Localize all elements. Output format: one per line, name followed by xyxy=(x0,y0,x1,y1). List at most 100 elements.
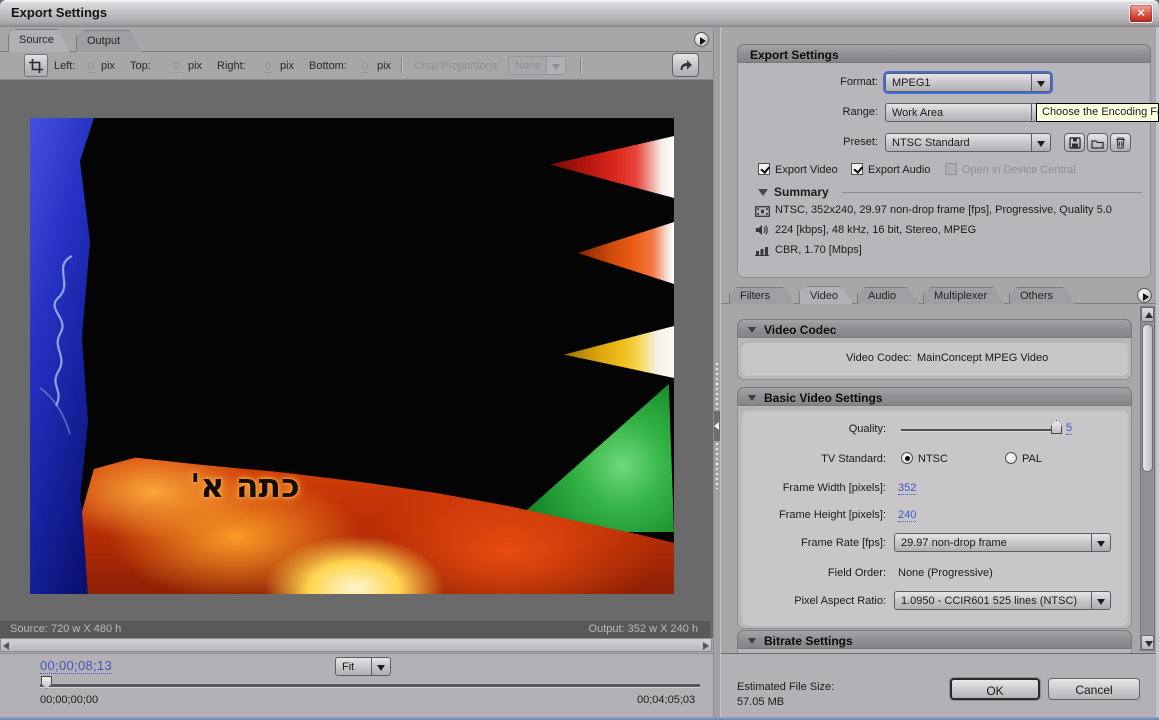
export-audio-label: Export Audio xyxy=(868,164,931,176)
splitter-dots xyxy=(716,363,718,409)
video-settings-scrollarea: Video Codec Video Codec: MainConcept MPE… xyxy=(721,304,1159,653)
ok-button[interactable]: OK xyxy=(950,678,1040,700)
crop-top-value[interactable]: 0 xyxy=(173,60,180,73)
toolbar-separator xyxy=(401,58,402,74)
pixel-aspect-ratio-dropdown-button[interactable] xyxy=(1092,591,1111,610)
format-dropdown-button[interactable] xyxy=(1032,73,1051,92)
summary-disclosure-icon[interactable] xyxy=(758,189,768,196)
frame-height-value[interactable]: 240 xyxy=(898,509,917,522)
curved-arrow-icon xyxy=(680,60,692,70)
crop-bottom-value[interactable]: 0 xyxy=(362,60,369,73)
crop-right-value[interactable]: 0 xyxy=(265,60,272,73)
chevron-down-icon xyxy=(1097,599,1105,605)
frame-rate-select[interactable]: 29.97 non-drop frame xyxy=(894,533,1111,552)
range-value: Work Area xyxy=(885,103,1032,122)
quality-slider-track[interactable] xyxy=(901,429,1059,431)
field-order-value: None (Progressive) xyxy=(898,567,993,579)
preset-select[interactable]: NTSC Standard xyxy=(885,133,1051,152)
range-select[interactable]: Work Area xyxy=(885,103,1051,122)
video-codec-header[interactable]: Video Codec xyxy=(737,319,1132,338)
chevron-down-icon xyxy=(552,64,560,70)
save-preset-button[interactable] xyxy=(1064,133,1085,152)
frame-height-label: Frame Height [pixels]: xyxy=(779,509,886,521)
toolbar-separator xyxy=(580,58,581,74)
export-video-label: Export Video xyxy=(775,164,838,176)
tab-source[interactable]: Source xyxy=(8,29,70,52)
pal-label: PAL xyxy=(1022,453,1042,465)
basic-video-settings-body: Quality: 5 TV Standard: NTSC PAL Frame W… xyxy=(737,406,1132,629)
device-central-checkbox xyxy=(945,163,957,175)
playhead-handle[interactable] xyxy=(41,676,52,689)
ntsc-radio[interactable] xyxy=(901,452,913,464)
quality-slider-handle[interactable] xyxy=(1051,420,1062,434)
current-timecode[interactable]: 00;00;08;13 xyxy=(40,658,112,674)
bitrate-summary-icon xyxy=(755,247,769,256)
basic-video-settings-header[interactable]: Basic Video Settings xyxy=(737,387,1132,406)
tab-output[interactable]: Output xyxy=(76,30,142,52)
tab-filters[interactable]: Filters xyxy=(729,287,795,304)
crop-left-value[interactable]: 0 xyxy=(88,60,95,73)
import-preset-button[interactable] xyxy=(1087,133,1108,152)
zoom-level-dropdown-button[interactable] xyxy=(372,657,391,676)
splitter-collapse-handle[interactable] xyxy=(714,411,720,441)
crop-proportions-label: Crop Proportions: xyxy=(414,60,501,72)
arrow-up-icon xyxy=(1145,312,1153,318)
preview-yellow-pencil xyxy=(564,326,674,378)
close-button[interactable]: × xyxy=(1129,4,1153,23)
tab-audio[interactable]: Audio xyxy=(857,287,919,304)
export-settings-dialog: Export Settings × Source Output Left: 0 … xyxy=(0,0,1159,720)
floppy-disk-icon xyxy=(1069,137,1081,149)
vscroll-up-button[interactable] xyxy=(1141,307,1154,322)
title-bar[interactable]: Export Settings × xyxy=(0,0,1159,27)
vscroll-down-button[interactable] xyxy=(1141,635,1154,650)
tab-multiplexer[interactable]: Multiplexer xyxy=(923,287,1005,304)
export-frame-button[interactable] xyxy=(672,53,699,77)
format-select[interactable]: MPEG1 xyxy=(885,73,1051,92)
options-panel-menu-button[interactable] xyxy=(1137,288,1152,303)
cancel-button[interactable]: Cancel xyxy=(1048,678,1140,700)
basic-video-settings-panel: Quality: 5 TV Standard: NTSC PAL Frame W… xyxy=(741,409,1129,626)
audio-summary-icon xyxy=(755,225,768,235)
crop-right-label: Right: xyxy=(217,60,246,72)
chevron-down-icon xyxy=(1037,141,1045,147)
disclosure-triangle-icon xyxy=(748,327,756,333)
video-preview-frame[interactable]: כתה א' xyxy=(30,118,674,594)
estimated-file-size-label: Estimated File Size: xyxy=(737,681,835,693)
summary-label: Summary xyxy=(774,185,829,199)
preview-hscrollbar[interactable] xyxy=(0,638,712,652)
tab-video[interactable]: Video xyxy=(799,286,853,304)
tab-others[interactable]: Others xyxy=(1009,287,1075,304)
export-video-checkbox[interactable] xyxy=(758,163,770,175)
bitrate-settings-header[interactable]: Bitrate Settings xyxy=(737,630,1132,649)
quality-value[interactable]: 5 xyxy=(1066,422,1073,435)
video-codec-label: Video Codec: xyxy=(846,352,912,364)
vscroll-thumb[interactable] xyxy=(1142,324,1153,472)
crop-icon xyxy=(29,59,43,73)
crop-tool-button[interactable] xyxy=(24,54,48,77)
crop-top-label: Top: xyxy=(130,60,151,72)
preset-dropdown-button[interactable] xyxy=(1032,133,1051,152)
chevron-down-icon xyxy=(1097,541,1105,547)
frame-rate-dropdown-button[interactable] xyxy=(1092,533,1111,552)
export-settings-header[interactable]: Export Settings xyxy=(737,44,1151,63)
delete-preset-button[interactable] xyxy=(1110,133,1131,152)
pixel-aspect-ratio-value: 1.0950 - CCIR601 525 lines (NTSC) xyxy=(894,591,1092,610)
source-panel-menu-button[interactable] xyxy=(694,32,709,47)
pal-radio[interactable] xyxy=(1005,452,1017,464)
export-audio-checkbox[interactable] xyxy=(851,163,863,175)
pixel-aspect-ratio-select[interactable]: 1.0950 - CCIR601 525 lines (NTSC) xyxy=(894,591,1111,610)
hscroll-left-button[interactable] xyxy=(1,639,12,651)
export-settings-title: Export Settings xyxy=(750,48,839,62)
settings-vscrollbar[interactable] xyxy=(1140,306,1155,651)
hscroll-right-button[interactable] xyxy=(700,639,711,651)
frame-width-value[interactable]: 352 xyxy=(898,482,917,495)
crop-bottom-label: Bottom: xyxy=(309,60,347,72)
preview-area: כתה א' Source: 720 w X 480 h Output: 352… xyxy=(0,79,713,638)
crop-left-unit: pix xyxy=(101,60,116,72)
tab-audio-label: Audio xyxy=(868,290,897,302)
video-codec-body: Video Codec: MainConcept MPEG Video xyxy=(737,338,1132,380)
basic-video-settings-title: Basic Video Settings xyxy=(764,391,883,405)
timeline-track[interactable] xyxy=(40,684,700,687)
panel-splitter[interactable] xyxy=(713,27,721,720)
zoom-level-select[interactable]: Fit xyxy=(335,657,391,676)
